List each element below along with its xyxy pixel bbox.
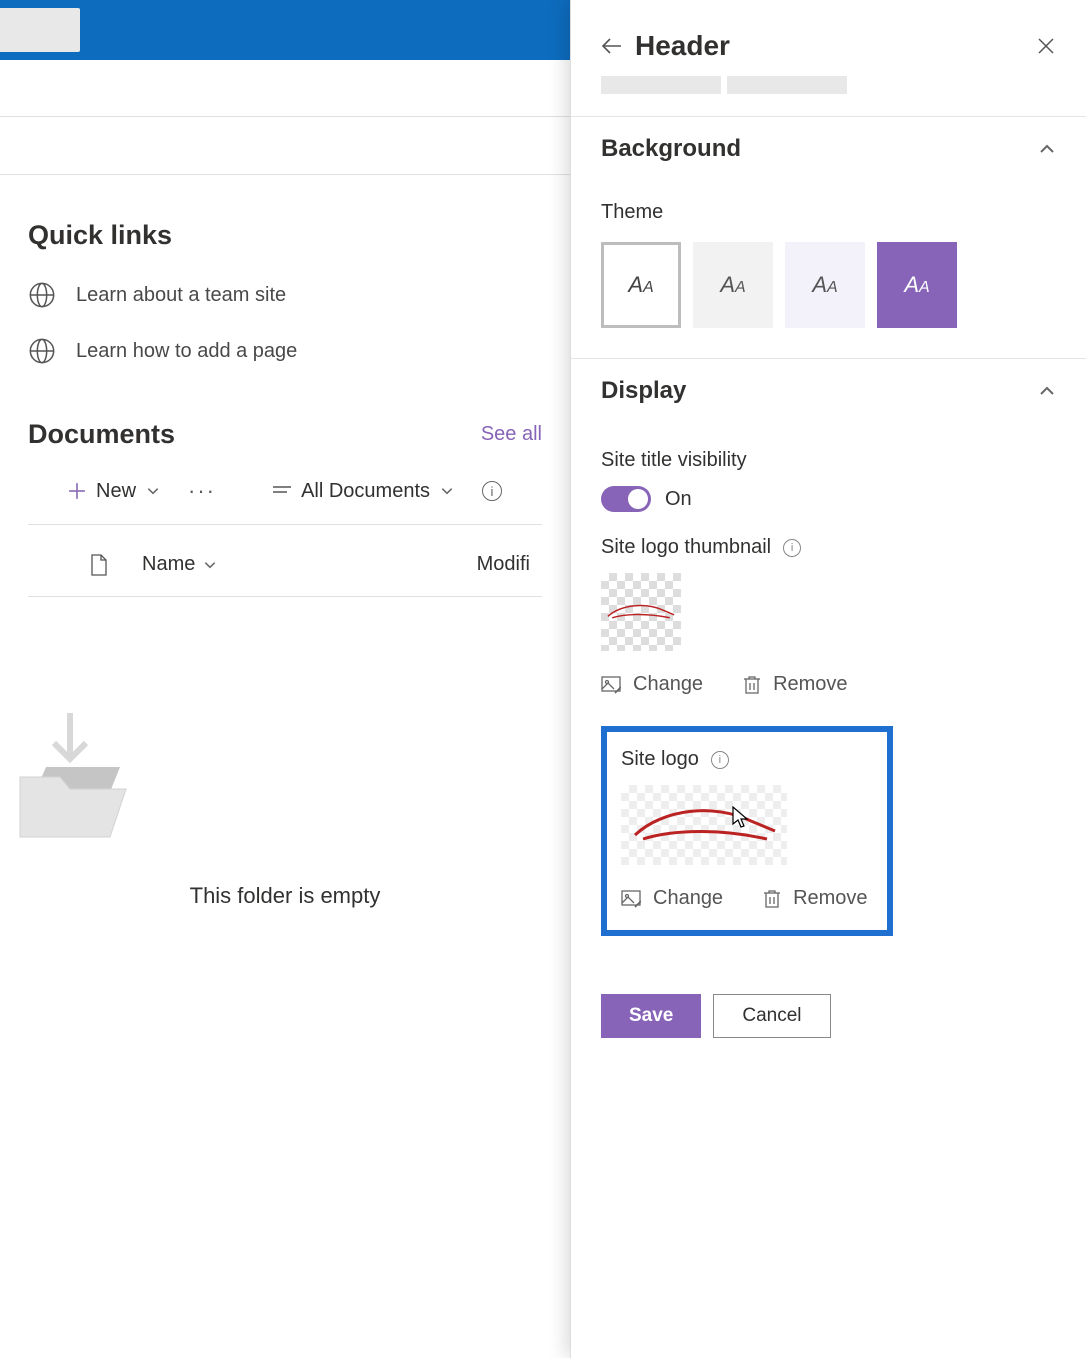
quick-link-label: Learn about a team site (76, 284, 286, 307)
column-modified-header[interactable]: Modifi (477, 553, 530, 576)
empty-folder-text: This folder is empty (0, 883, 570, 909)
car-logo-icon (629, 803, 779, 847)
site-title-visibility-toggle[interactable] (601, 486, 651, 512)
toggle-state-label: On (665, 488, 692, 511)
more-actions-button[interactable]: ··· (188, 478, 216, 504)
documents-title: Documents (28, 419, 175, 450)
list-icon (273, 484, 291, 498)
chevron-down-icon (203, 558, 217, 572)
site-logo-label: Site logo i (621, 748, 873, 771)
app-launcher-placeholder[interactable] (0, 8, 80, 52)
car-logo-icon (605, 601, 677, 623)
theme-option-gray[interactable]: AA (693, 242, 773, 328)
empty-folder-icon (0, 707, 140, 857)
site-title-visibility-label: Site title visibility (601, 449, 1056, 472)
remove-thumbnail-button[interactable]: Remove (743, 673, 847, 696)
site-logo-thumbnail-label: Site logo thumbnail i (601, 536, 1056, 559)
panel-title: Header (635, 30, 730, 62)
globe-icon (28, 337, 56, 365)
trash-icon (763, 889, 781, 909)
change-thumbnail-button[interactable]: Change (601, 673, 703, 696)
see-all-link[interactable]: See all (481, 423, 542, 446)
globe-icon (28, 281, 56, 309)
close-icon[interactable] (1036, 36, 1056, 56)
background-section-header[interactable]: Background (571, 116, 1086, 173)
info-icon[interactable]: i (783, 539, 801, 557)
file-icon (90, 554, 108, 576)
new-label: New (96, 480, 136, 503)
theme-options: AA AA AA AA (571, 236, 1001, 358)
empty-folder-state: This folder is empty (0, 597, 570, 909)
chevron-up-icon (1038, 382, 1056, 400)
theme-option-white[interactable]: AA (601, 242, 681, 328)
quick-links-title: Quick links (28, 220, 542, 251)
view-selector[interactable]: All Documents (273, 480, 454, 503)
site-logo-preview (621, 785, 787, 865)
background-section-title: Background (601, 135, 741, 163)
divider (0, 116, 570, 117)
column-name-header[interactable]: Name (142, 553, 217, 576)
header-settings-panel: Header Background Theme AA AA AA AA Disp… (570, 0, 1086, 1358)
site-logo-highlighted-section: Site logo i Change Remove (601, 726, 893, 936)
view-label: All Documents (301, 480, 430, 503)
display-section-title: Display (601, 377, 686, 405)
theme-option-purple[interactable]: AA (877, 242, 957, 328)
chevron-down-icon (146, 484, 160, 498)
new-button[interactable]: New (68, 480, 160, 503)
chevron-up-icon (1038, 140, 1056, 158)
info-icon[interactable]: i (482, 481, 502, 501)
divider (0, 174, 570, 175)
breadcrumb-placeholder (571, 76, 1086, 116)
cancel-button[interactable]: Cancel (713, 994, 830, 1038)
back-arrow-icon[interactable] (601, 35, 623, 57)
theme-option-light[interactable]: AA (785, 242, 865, 328)
main-content: Quick links Learn about a team site Lear… (0, 60, 570, 1358)
chevron-down-icon (440, 484, 454, 498)
image-edit-icon (601, 676, 621, 694)
panel-footer: Save Cancel (571, 960, 1086, 1068)
trash-icon (743, 675, 761, 695)
site-logo-thumbnail-preview (601, 573, 681, 651)
quick-link-item[interactable]: Learn about a team site (28, 281, 542, 309)
change-logo-button[interactable]: Change (621, 887, 723, 910)
theme-label: Theme (571, 173, 1086, 236)
save-button[interactable]: Save (601, 994, 701, 1038)
remove-logo-button[interactable]: Remove (763, 887, 867, 910)
display-section-header[interactable]: Display (571, 358, 1086, 415)
quick-link-label: Learn how to add a page (76, 340, 297, 363)
image-edit-icon (621, 890, 641, 908)
plus-icon (68, 482, 86, 500)
quick-link-item[interactable]: Learn how to add a page (28, 337, 542, 365)
info-icon[interactable]: i (711, 751, 729, 769)
